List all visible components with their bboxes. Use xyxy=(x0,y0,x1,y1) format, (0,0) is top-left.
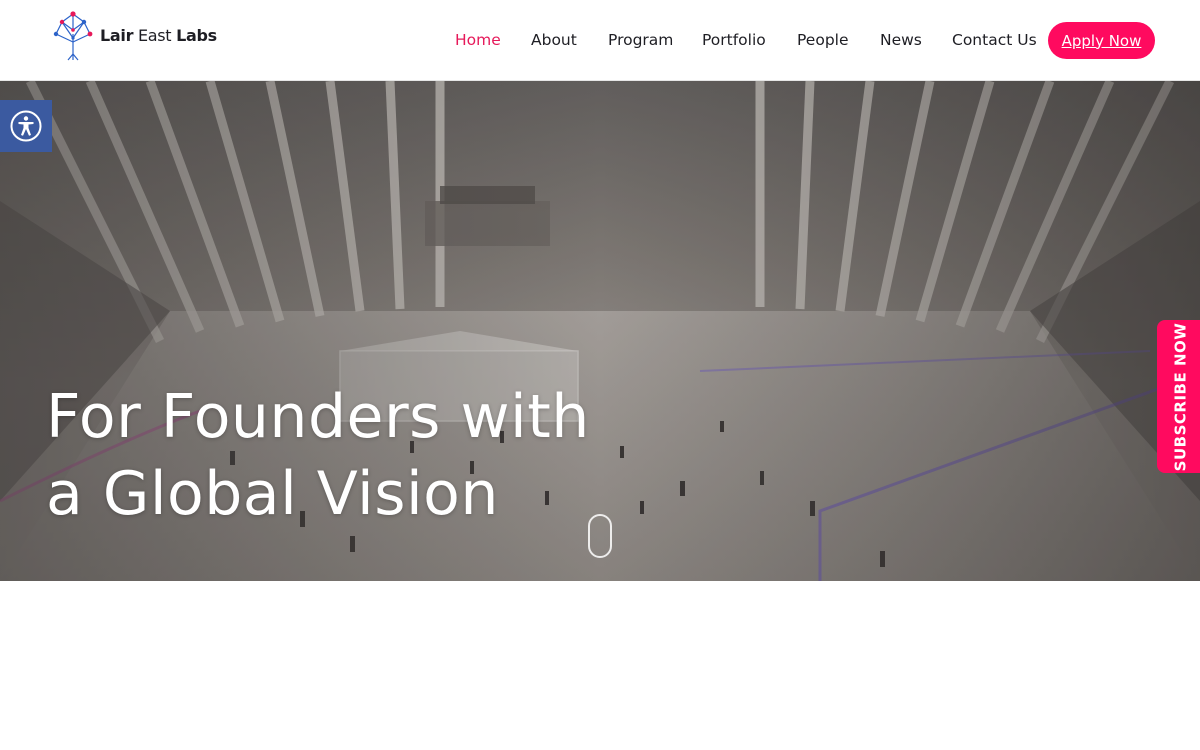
hero-title-line2: a Global Vision xyxy=(46,459,499,529)
brand-name-part3: Labs xyxy=(176,26,217,45)
hero-title-line1: For Founders with xyxy=(46,382,590,452)
site-header: Lair East Labs Home About Program Portfo… xyxy=(0,0,1200,81)
brand-logo[interactable]: Lair East Labs xyxy=(48,8,218,64)
accessibility-button[interactable] xyxy=(0,100,52,152)
tree-network-logo-icon xyxy=(53,11,93,61)
subscribe-now-tab[interactable]: SUBSCRIBE NOW xyxy=(1157,320,1200,473)
brand-name: Lair East Labs xyxy=(100,26,217,45)
nav-item-news[interactable]: News xyxy=(880,31,922,49)
apply-now-button[interactable]: Apply Now xyxy=(1048,22,1155,59)
subscribe-now-label: SUBSCRIBE NOW xyxy=(1171,322,1189,471)
accessibility-icon xyxy=(10,110,42,142)
brand-name-part1: Lair xyxy=(100,26,134,45)
nav-item-home[interactable]: Home xyxy=(455,31,501,49)
nav-item-program[interactable]: Program xyxy=(608,31,673,49)
scroll-down-indicator[interactable] xyxy=(588,514,612,558)
nav-item-portfolio[interactable]: Portfolio xyxy=(702,31,766,49)
nav-item-people[interactable]: People xyxy=(797,31,849,49)
nav-item-contact-us[interactable]: Contact Us xyxy=(952,31,1037,49)
hero-section: For Founders with a Global Vision xyxy=(0,81,1200,581)
hero-title: For Founders with a Global Vision xyxy=(46,379,590,533)
nav-item-about[interactable]: About xyxy=(531,31,577,49)
brand-name-part2: East xyxy=(133,26,177,45)
